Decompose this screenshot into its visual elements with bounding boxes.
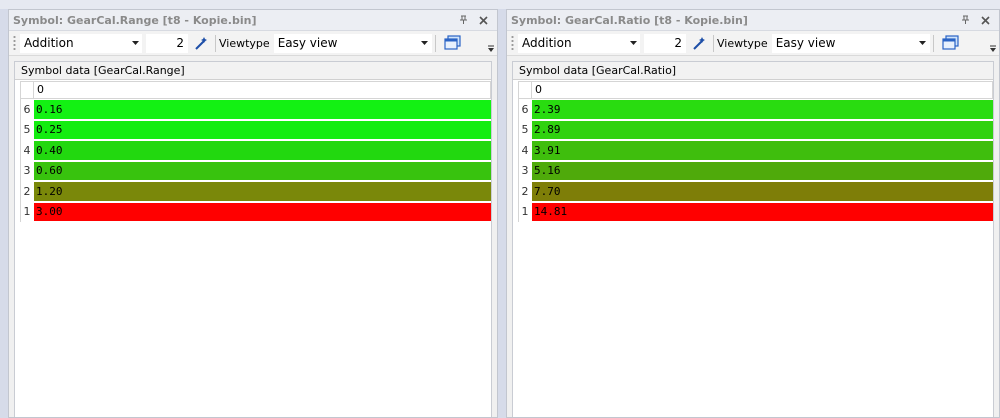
wand-icon[interactable] <box>690 33 710 53</box>
column-header[interactable]: 0 <box>33 81 491 99</box>
table-row: 2 7.70 <box>518 181 993 202</box>
row-header[interactable]: 3 <box>518 160 531 181</box>
close-icon[interactable] <box>977 12 993 28</box>
row-header[interactable]: 1 <box>518 201 531 222</box>
chevron-down-icon[interactable] <box>419 41 431 45</box>
row-header[interactable]: 5 <box>518 119 531 140</box>
viewtype-select[interactable]: Easy view <box>771 33 930 53</box>
toolbar-separator <box>932 34 934 52</box>
row-header[interactable]: 2 <box>20 181 33 202</box>
row-header[interactable]: 3 <box>20 160 33 181</box>
row-header[interactable]: 2 <box>518 181 531 202</box>
wand-icon[interactable] <box>192 33 212 53</box>
toolbar-grip[interactable] <box>511 34 514 52</box>
panel-titlebar: Symbol: GearCal.Ratio [t8 - Kopie.bin] <box>507 10 999 31</box>
table-row: 3 0.60 <box>20 160 491 181</box>
viewtype-label: Viewtype <box>717 36 768 50</box>
grid-corner <box>518 81 531 99</box>
panel-toolbar: Addition 2 Viewtype Easy view <box>507 31 999 56</box>
viewtype-select-value: Easy view <box>277 36 338 50</box>
data-cell[interactable]: 7.70 <box>532 182 993 201</box>
data-cell[interactable]: 0.40 <box>34 141 491 160</box>
window-icon[interactable] <box>941 33 961 53</box>
table-row: 4 0.40 <box>20 140 491 161</box>
amount-input[interactable]: 2 <box>644 33 686 53</box>
pin-icon[interactable] <box>455 12 471 28</box>
data-cell[interactable]: 0.25 <box>34 120 491 139</box>
row-header[interactable]: 1 <box>20 201 33 222</box>
window-icon[interactable] <box>443 33 463 53</box>
viewtype-select[interactable]: Easy view <box>273 33 432 53</box>
close-icon[interactable] <box>475 12 491 28</box>
chevron-down-icon[interactable] <box>627 41 639 45</box>
viewtype-select-value: Easy view <box>775 36 836 50</box>
data-cell[interactable]: 0.60 <box>34 161 491 180</box>
toolbar-grip[interactable] <box>13 34 16 52</box>
panel-toolbar: Addition 2 Viewtype Easy view <box>9 31 497 56</box>
pin-icon[interactable] <box>957 12 973 28</box>
data-cell[interactable]: 2.89 <box>532 120 993 139</box>
row-header[interactable]: 4 <box>20 140 33 161</box>
table-row: 1 14.81 <box>518 201 993 222</box>
column-header[interactable]: 0 <box>531 81 993 99</box>
amount-input[interactable]: 2 <box>146 33 188 53</box>
table-row: 5 2.89 <box>518 119 993 140</box>
panel-title: Symbol: GearCal.Range [t8 - Kopie.bin] <box>13 13 257 27</box>
data-cell[interactable]: 2.39 <box>532 100 993 119</box>
chevron-down-icon[interactable] <box>129 41 141 45</box>
toolbar-separator <box>713 34 714 52</box>
toolbar-separator <box>434 34 436 52</box>
symbol-panel-range: Symbol: GearCal.Range [t8 - Kopie.bin] A… <box>8 9 498 418</box>
grid-rows: 6 0.16 5 0.25 4 0.40 3 0.60 2 1.20 1 3.00 <box>20 99 491 222</box>
table-row: 4 3.91 <box>518 140 993 161</box>
symbol-data-area: Symbol data [GearCal.Ratio] 0 6 2.39 5 2.89… <box>512 61 994 417</box>
mode-select[interactable]: Addition <box>518 33 640 53</box>
symbol-panel-ratio: Symbol: GearCal.Ratio [t8 - Kopie.bin] A… <box>506 9 1000 418</box>
table-row: 5 0.25 <box>20 119 491 140</box>
mode-select[interactable]: Addition <box>20 33 142 53</box>
table-row: 3 5.16 <box>518 160 993 181</box>
data-cell[interactable]: 0.16 <box>34 100 491 119</box>
mode-select-value: Addition <box>24 36 74 50</box>
table-row: 2 1.20 <box>20 181 491 202</box>
row-header[interactable]: 5 <box>20 119 33 140</box>
table-row: 1 3.00 <box>20 201 491 222</box>
panel-titlebar: Symbol: GearCal.Range [t8 - Kopie.bin] <box>9 10 497 31</box>
data-cell[interactable]: 1.20 <box>34 182 491 201</box>
symbol-data-title: Symbol data [GearCal.Range] <box>15 62 491 80</box>
toolbar-overflow-icon[interactable] <box>487 43 495 53</box>
mode-select-value: Addition <box>522 36 572 50</box>
grid-rows: 6 2.39 5 2.89 4 3.91 3 5.16 2 7.70 1 14.81 <box>518 99 993 222</box>
data-cell[interactable]: 5.16 <box>532 161 993 180</box>
symbol-data-area: Symbol data [GearCal.Range] 0 6 0.16 5 0.25… <box>14 61 492 417</box>
chevron-down-icon[interactable] <box>917 41 929 45</box>
toolbar-separator <box>215 34 216 52</box>
grid-header-row: 0 <box>518 81 993 99</box>
table-row: 6 0.16 <box>20 99 491 120</box>
data-grid: 0 6 2.39 5 2.89 4 3.91 3 5.16 2 7.70 1 14.81 <box>518 81 993 222</box>
row-header[interactable]: 6 <box>518 99 531 120</box>
data-grid: 0 6 0.16 5 0.25 4 0.40 3 0.60 2 1.20 1 3.00 <box>20 81 491 222</box>
viewtype-label: Viewtype <box>219 36 270 50</box>
row-header[interactable]: 4 <box>518 140 531 161</box>
grid-header-row: 0 <box>20 81 491 99</box>
grid-corner <box>20 81 33 99</box>
toolbar-overflow-icon[interactable] <box>989 43 997 53</box>
data-cell[interactable]: 14.81 <box>532 202 993 221</box>
top-strip <box>0 0 1000 9</box>
data-cell[interactable]: 3.91 <box>532 141 993 160</box>
table-row: 6 2.39 <box>518 99 993 120</box>
symbol-data-title: Symbol data [GearCal.Ratio] <box>513 62 993 80</box>
panel-title: Symbol: GearCal.Ratio [t8 - Kopie.bin] <box>511 13 748 27</box>
row-header[interactable]: 6 <box>20 99 33 120</box>
data-cell[interactable]: 3.00 <box>34 202 491 221</box>
